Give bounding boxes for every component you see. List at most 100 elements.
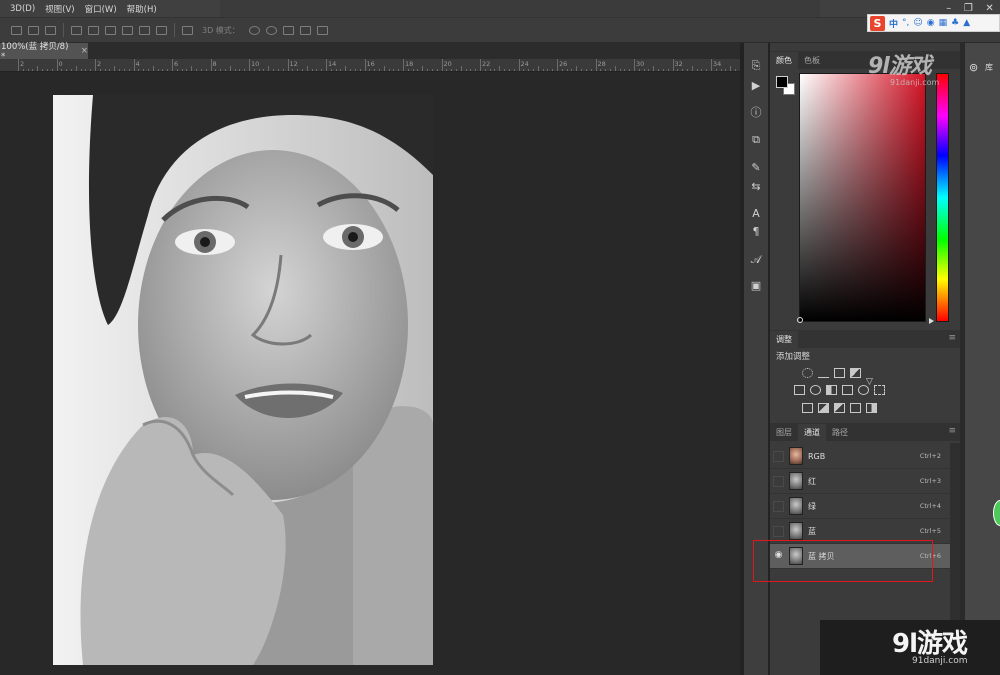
- color-picker-marker[interactable]: [797, 317, 803, 323]
- posterize-icon[interactable]: [818, 403, 829, 413]
- align-hcenter-icon[interactable]: [28, 25, 39, 35]
- hue-slider[interactable]: [936, 73, 949, 322]
- brightness-contrast-icon[interactable]: [802, 368, 813, 378]
- restore-button[interactable]: ❐: [964, 3, 973, 14]
- ruler-label: 4: [135, 60, 140, 68]
- layer-comps-icon[interactable]: ▣: [749, 279, 763, 293]
- invert-icon[interactable]: [802, 403, 813, 413]
- properties-icon[interactable]: ⇆: [749, 180, 763, 194]
- tab-swatches[interactable]: 色板: [798, 52, 826, 69]
- ruler-tick: [364, 59, 366, 71]
- vibrance-icon[interactable]: ▽: [866, 368, 877, 387]
- channel-row[interactable]: 红 Ctrl+3: [770, 469, 950, 494]
- channel-row[interactable]: 绿 Ctrl+4: [770, 494, 950, 519]
- brush-presets-icon[interactable]: ✎: [749, 161, 763, 175]
- ime-mode[interactable]: 中: [889, 17, 898, 30]
- distribute-left-icon[interactable]: [122, 25, 133, 35]
- close-window-button[interactable]: ✕: [985, 3, 993, 14]
- ruler-tick: [172, 59, 173, 71]
- ruler-tick: [133, 59, 135, 71]
- skin-icon[interactable]: ♣: [951, 18, 959, 28]
- menu-view[interactable]: 视图(V): [40, 3, 79, 15]
- black-white-icon[interactable]: [826, 385, 837, 395]
- distribute-hcenter-icon[interactable]: [139, 25, 150, 35]
- distribute-top-icon[interactable]: [71, 25, 82, 35]
- minimize-button[interactable]: –: [946, 3, 951, 14]
- punctuation-icon[interactable]: °,: [902, 18, 909, 28]
- visibility-toggle[interactable]: [773, 450, 784, 462]
- ruler-label: 22: [482, 60, 491, 68]
- 3d-scale-icon[interactable]: [316, 25, 328, 35]
- emoji-icon[interactable]: ☺: [913, 18, 922, 28]
- channel-mixer-icon[interactable]: [858, 385, 869, 395]
- panel-menu-icon[interactable]: ≡: [948, 334, 956, 343]
- keyboard-icon[interactable]: ▦: [939, 18, 948, 28]
- channel-name: RGB: [808, 451, 826, 461]
- 3d-pan-icon[interactable]: [282, 25, 294, 35]
- floating-assist-icon[interactable]: [993, 500, 1000, 526]
- curves-icon[interactable]: [834, 368, 845, 378]
- visibility-toggle[interactable]: [773, 525, 784, 537]
- history-icon[interactable]: ⎘: [749, 59, 763, 73]
- 3d-roll-icon[interactable]: [265, 25, 277, 35]
- portrait-photo[interactable]: [53, 95, 433, 665]
- clone-source-icon[interactable]: ⧉: [749, 133, 763, 147]
- hue-saturation-icon[interactable]: [794, 385, 805, 395]
- libraries-icon[interactable]: ⊚: [969, 61, 978, 74]
- ruler-label: 10: [251, 60, 260, 68]
- tab-paths[interactable]: 路径: [826, 424, 854, 441]
- menu-3d[interactable]: 3D(D): [0, 4, 40, 14]
- divider: [63, 23, 64, 37]
- actions-play-icon[interactable]: ▶: [749, 79, 763, 93]
- channel-shortcut: Ctrl+3: [919, 477, 941, 485]
- close-tab-icon[interactable]: ×: [81, 46, 88, 56]
- color-balance-icon[interactable]: [810, 385, 821, 395]
- tab-color[interactable]: 颜色: [770, 52, 798, 69]
- sogou-logo-icon: S: [870, 15, 885, 31]
- document-tab[interactable]: 100%(蓝 拷贝/8) * ×: [0, 42, 88, 62]
- horizontal-ruler[interactable]: 2 0 2 4 6 8 10 12 14 16 18 20 22 24 26 28 30 32 34: [0, 59, 740, 72]
- auto-align-icon[interactable]: [182, 25, 193, 35]
- ruler-label: 24: [520, 60, 529, 68]
- color-lookup-icon[interactable]: [874, 385, 885, 395]
- levels-icon[interactable]: [818, 368, 829, 378]
- distribute-right-icon[interactable]: [156, 25, 167, 35]
- distribute-vcenter-icon[interactable]: [88, 25, 99, 35]
- tab-adjustments[interactable]: 调整: [770, 331, 798, 348]
- color-field[interactable]: [799, 73, 926, 322]
- align-right-icon[interactable]: [45, 25, 56, 35]
- ruler-label: 30: [636, 60, 645, 68]
- channel-row[interactable]: RGB Ctrl+2: [770, 444, 950, 469]
- glyphs-icon[interactable]: 𝒜: [749, 253, 763, 267]
- hue-slider-handle[interactable]: [929, 318, 934, 324]
- ime-toolbar[interactable]: S 中 °, ☺ ◉ ▦ ♣ ▲: [867, 14, 1000, 32]
- align-left-icon[interactable]: [11, 25, 22, 35]
- visibility-toggle[interactable]: [773, 475, 784, 487]
- 3d-slide-icon[interactable]: [299, 25, 311, 35]
- info-icon[interactable]: ⓘ: [749, 106, 763, 120]
- distribute-bottom-icon[interactable]: [105, 25, 116, 35]
- ruler-tick: [634, 59, 635, 71]
- channel-thumbnail: [789, 447, 803, 465]
- exposure-icon[interactable]: [850, 368, 861, 378]
- threshold-icon[interactable]: [834, 403, 845, 413]
- menu-help[interactable]: 帮助(H): [122, 3, 162, 15]
- tab-layers[interactable]: 图层: [770, 424, 798, 441]
- ruler-tick: [56, 59, 58, 71]
- visibility-toggle[interactable]: [773, 500, 784, 512]
- voice-icon[interactable]: ◉: [927, 18, 935, 28]
- ruler-label: 32: [674, 60, 683, 68]
- panel-menu-icon[interactable]: ≡: [948, 427, 956, 436]
- character-icon[interactable]: A: [749, 207, 763, 221]
- paragraph-icon[interactable]: ¶: [749, 225, 763, 239]
- tool-icon[interactable]: ▲: [963, 18, 970, 28]
- photo-filter-icon[interactable]: [842, 385, 853, 395]
- tab-channels[interactable]: 通道: [798, 424, 826, 441]
- menu-window[interactable]: 窗口(W): [80, 3, 122, 15]
- 3d-rotate-icon[interactable]: [248, 25, 260, 35]
- tab-strip: [88, 43, 740, 59]
- foreground-color-swatch[interactable]: [776, 76, 788, 88]
- libraries-label[interactable]: 库: [985, 62, 993, 73]
- gradient-map-icon[interactable]: [866, 403, 877, 413]
- selective-color-icon[interactable]: [850, 403, 861, 413]
